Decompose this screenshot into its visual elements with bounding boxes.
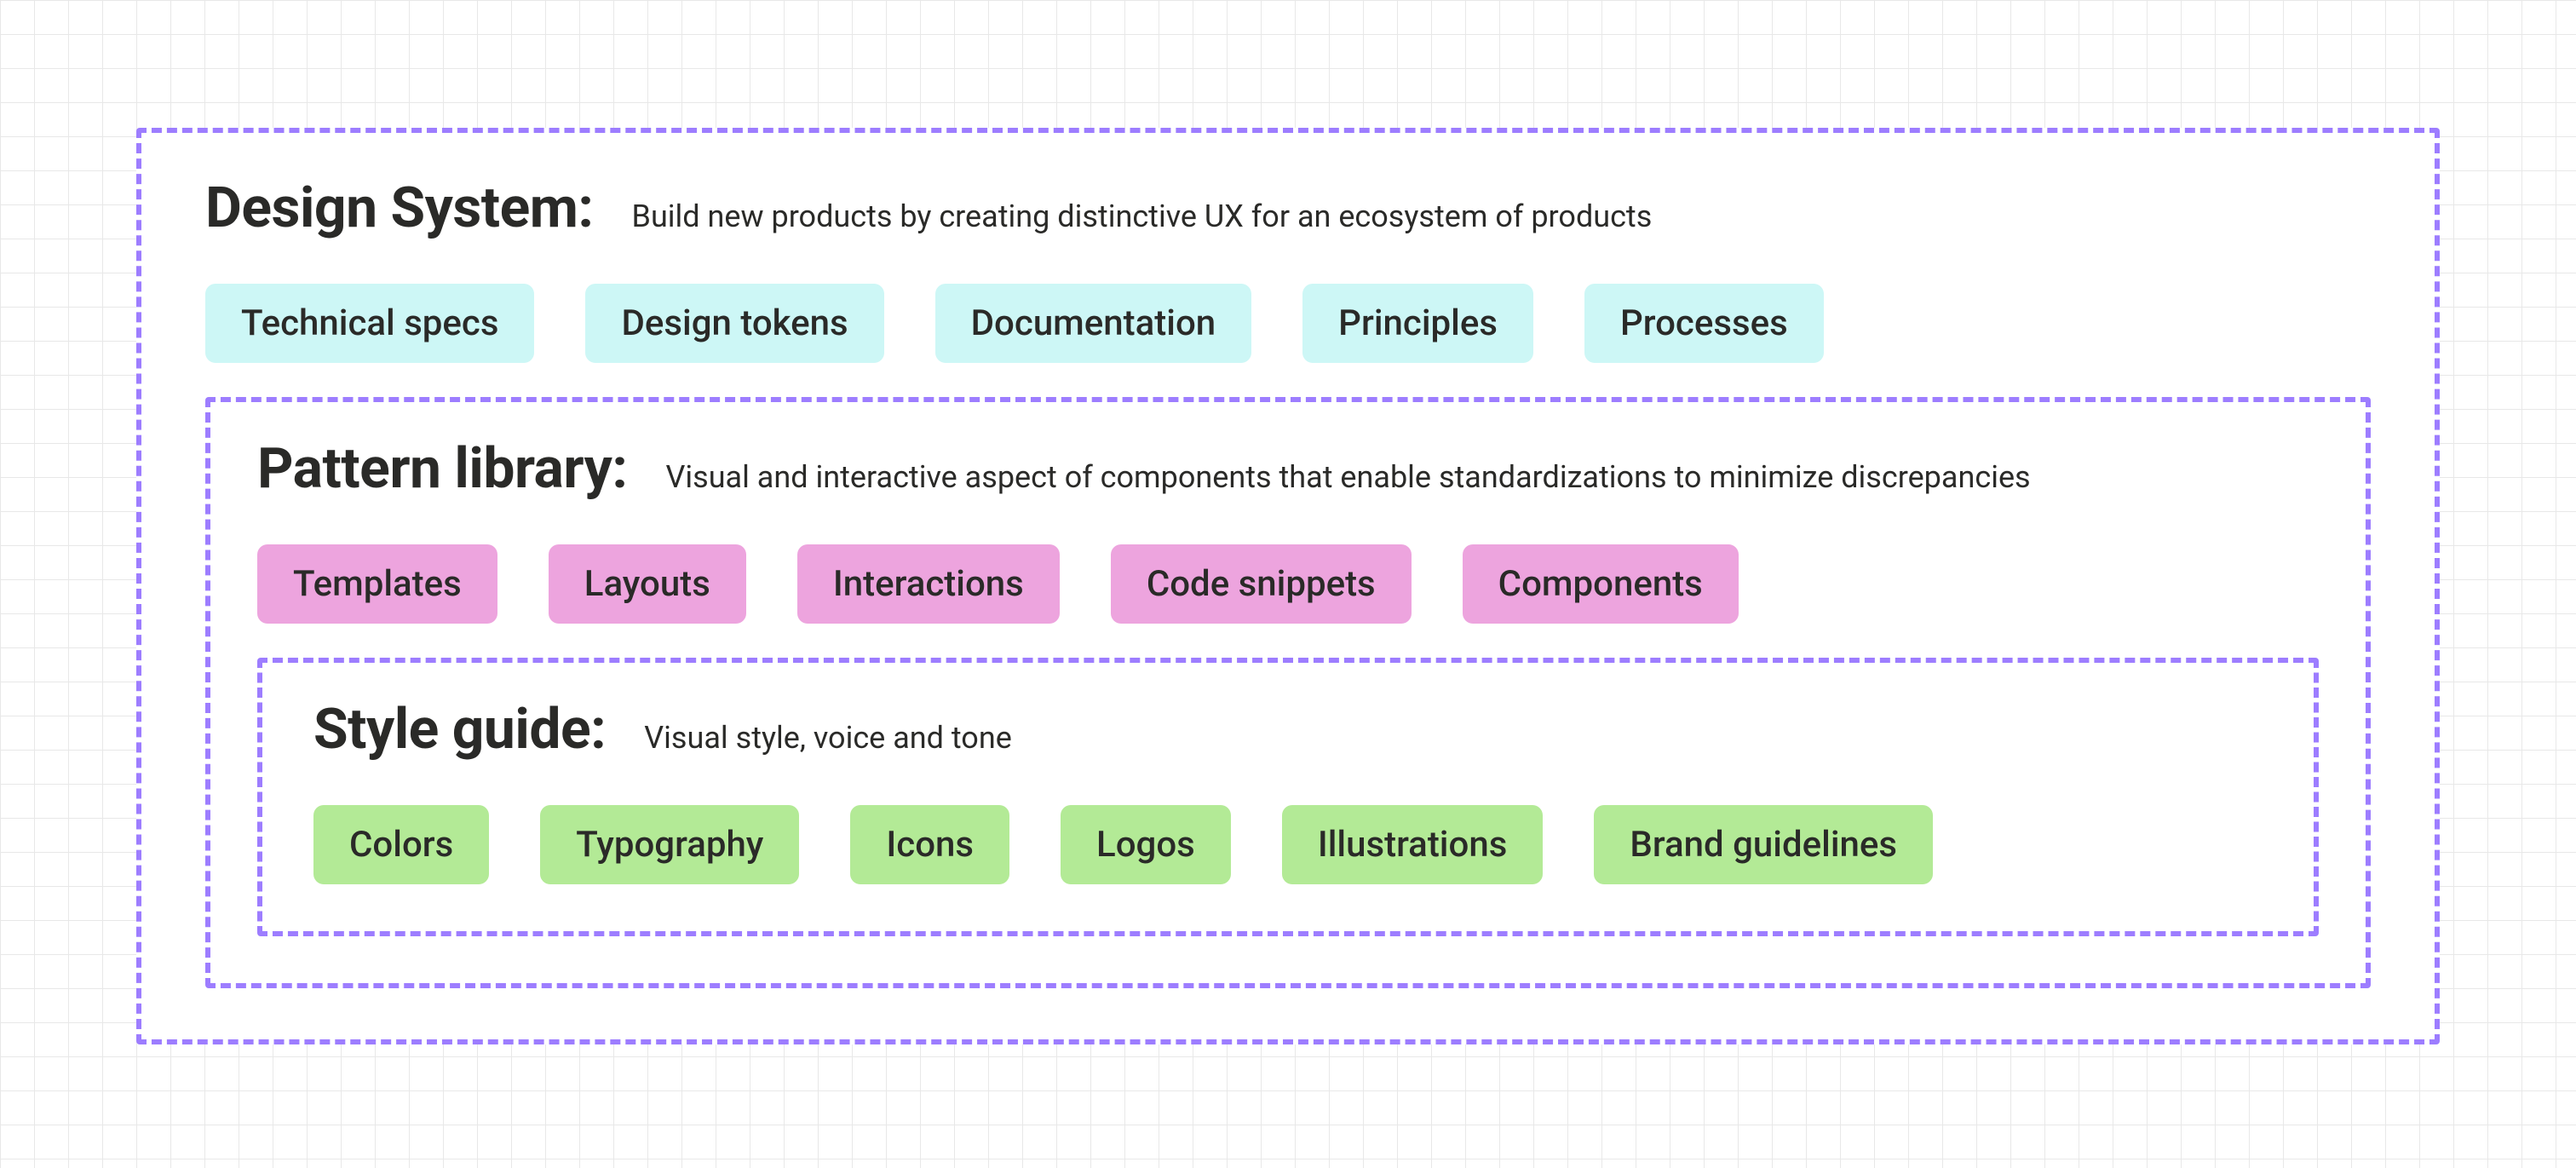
style-guide-title: Style guide:	[313, 697, 606, 762]
design-system-header: Design System: Build new products by cre…	[205, 175, 2371, 241]
chip-illustrations: Illustrations	[1282, 805, 1544, 884]
design-system-box: Design System: Build new products by cre…	[136, 128, 2440, 1044]
pattern-library-box: Pattern library: Visual and interactive …	[205, 397, 2371, 988]
pattern-library-header: Pattern library: Visual and interactive …	[257, 436, 2319, 502]
style-guide-box: Style guide: Visual style, voice and ton…	[257, 658, 2319, 936]
chip-processes: Processes	[1584, 284, 1824, 363]
design-system-chips: Technical specs Design tokens Documentat…	[205, 284, 2371, 363]
chip-design-tokens: Design tokens	[585, 284, 883, 363]
style-guide-header: Style guide: Visual style, voice and ton…	[313, 697, 2263, 762]
chip-brand-guidelines: Brand guidelines	[1594, 805, 1933, 884]
chip-technical-specs: Technical specs	[205, 284, 534, 363]
style-guide-description: Visual style, voice and tone	[644, 720, 1012, 756]
chip-documentation: Documentation	[935, 284, 1252, 363]
chip-code-snippets: Code snippets	[1111, 544, 1412, 624]
style-guide-chips: Colors Typography Icons Logos Illustrati…	[313, 805, 2263, 884]
chip-logos: Logos	[1061, 805, 1231, 884]
chip-principles: Principles	[1302, 284, 1533, 363]
pattern-library-title: Pattern library:	[257, 436, 627, 502]
chip-layouts: Layouts	[549, 544, 746, 624]
chip-components: Components	[1463, 544, 1739, 624]
chip-typography: Typography	[540, 805, 799, 884]
pattern-library-description: Visual and interactive aspect of compone…	[665, 459, 2030, 495]
chip-interactions: Interactions	[797, 544, 1060, 624]
chip-colors: Colors	[313, 805, 489, 884]
chip-templates: Templates	[257, 544, 497, 624]
chip-icons: Icons	[850, 805, 1009, 884]
design-system-description: Build new products by creating distincti…	[632, 199, 1653, 234]
pattern-library-chips: Templates Layouts Interactions Code snip…	[257, 544, 2319, 624]
design-system-title: Design System:	[205, 175, 594, 241]
